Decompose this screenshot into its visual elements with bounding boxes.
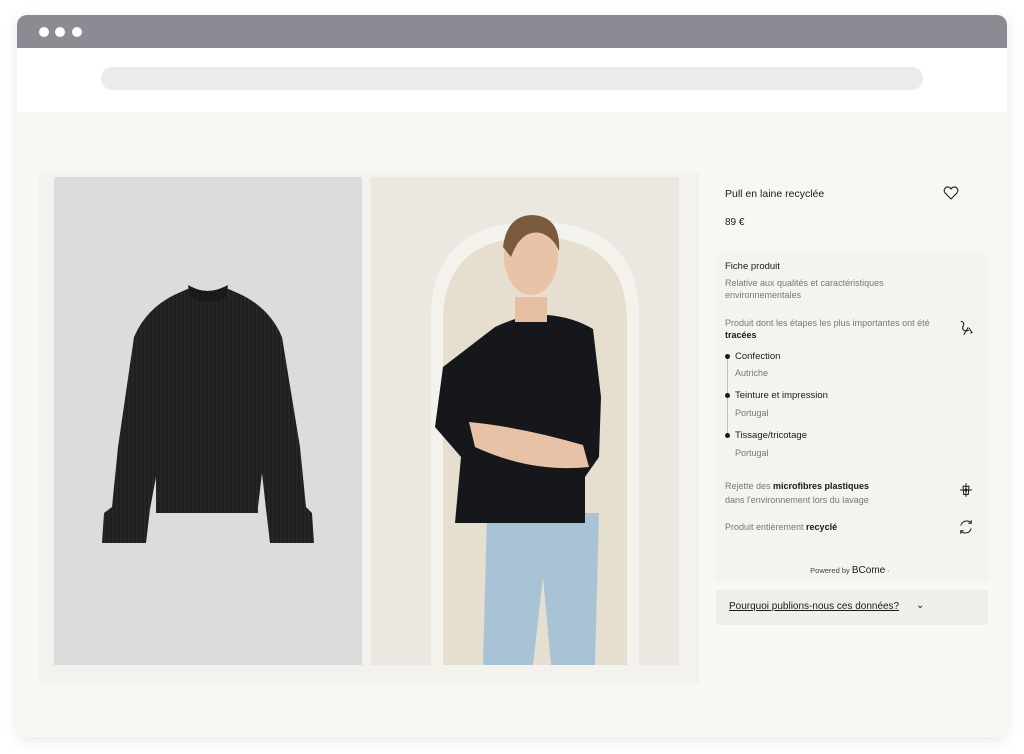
timeline-dot — [725, 354, 730, 359]
chevron-down-icon[interactable]: ⌄ — [916, 600, 924, 611]
step-place: Portugal — [735, 448, 769, 458]
timeline-dot — [725, 433, 730, 438]
traced-text: Produit dont les étapes les plus importa… — [725, 318, 930, 340]
window-minimize-dot[interactable] — [55, 27, 65, 37]
fiche-title: Fiche produit — [725, 261, 780, 272]
heart-icon[interactable] — [943, 185, 959, 201]
step-label-teinture: Teinture et impression — [735, 390, 828, 401]
model-illustration — [371, 177, 679, 665]
browser-window: Pull en laine recyclée 89 € Fiche produi… — [17, 15, 1007, 737]
washing-microfibre-icon — [960, 483, 972, 497]
product-title: Pull en laine recyclée — [725, 188, 825, 200]
product-price: 89 € — [725, 217, 745, 228]
window-close-dot[interactable] — [39, 27, 49, 37]
timeline-dot — [725, 393, 730, 398]
window-maximize-dot[interactable] — [72, 27, 82, 37]
browser-toolbar — [17, 48, 1007, 112]
recycle-icon — [960, 520, 972, 534]
step-place: Portugal — [735, 408, 769, 418]
fiche-subtitle: Relative aux qualités et caractéristique… — [725, 278, 884, 300]
sweater-illustration — [102, 285, 314, 543]
traceability-icon — [960, 320, 973, 336]
step-label-confection: Confection — [735, 351, 781, 362]
sweater-flat-image[interactable] — [54, 177, 362, 665]
address-bar[interactable] — [101, 67, 923, 90]
model-image[interactable] — [371, 177, 679, 665]
page-content: Pull en laine recyclée 89 € Fiche produi… — [17, 112, 1007, 737]
step-label-tissage: Tissage/tricotage — [735, 430, 807, 441]
step-place: Autriche — [735, 368, 769, 378]
bcome-logo[interactable]: BCome — [852, 565, 885, 576]
why-data-section[interactable]: Pourquoi publions-nous ces données? ⌄ — [716, 590, 988, 625]
powered-by: Powered by BCome · — [810, 565, 890, 576]
microfibres-text: Rejette des microfibres plastiques dans l… — [725, 481, 870, 505]
why-data-link[interactable]: Pourquoi publions-nous ces données? — [729, 601, 899, 612]
recycled-text: Produit entièrement recyclé — [725, 522, 838, 532]
browser-titlebar — [17, 15, 1007, 48]
